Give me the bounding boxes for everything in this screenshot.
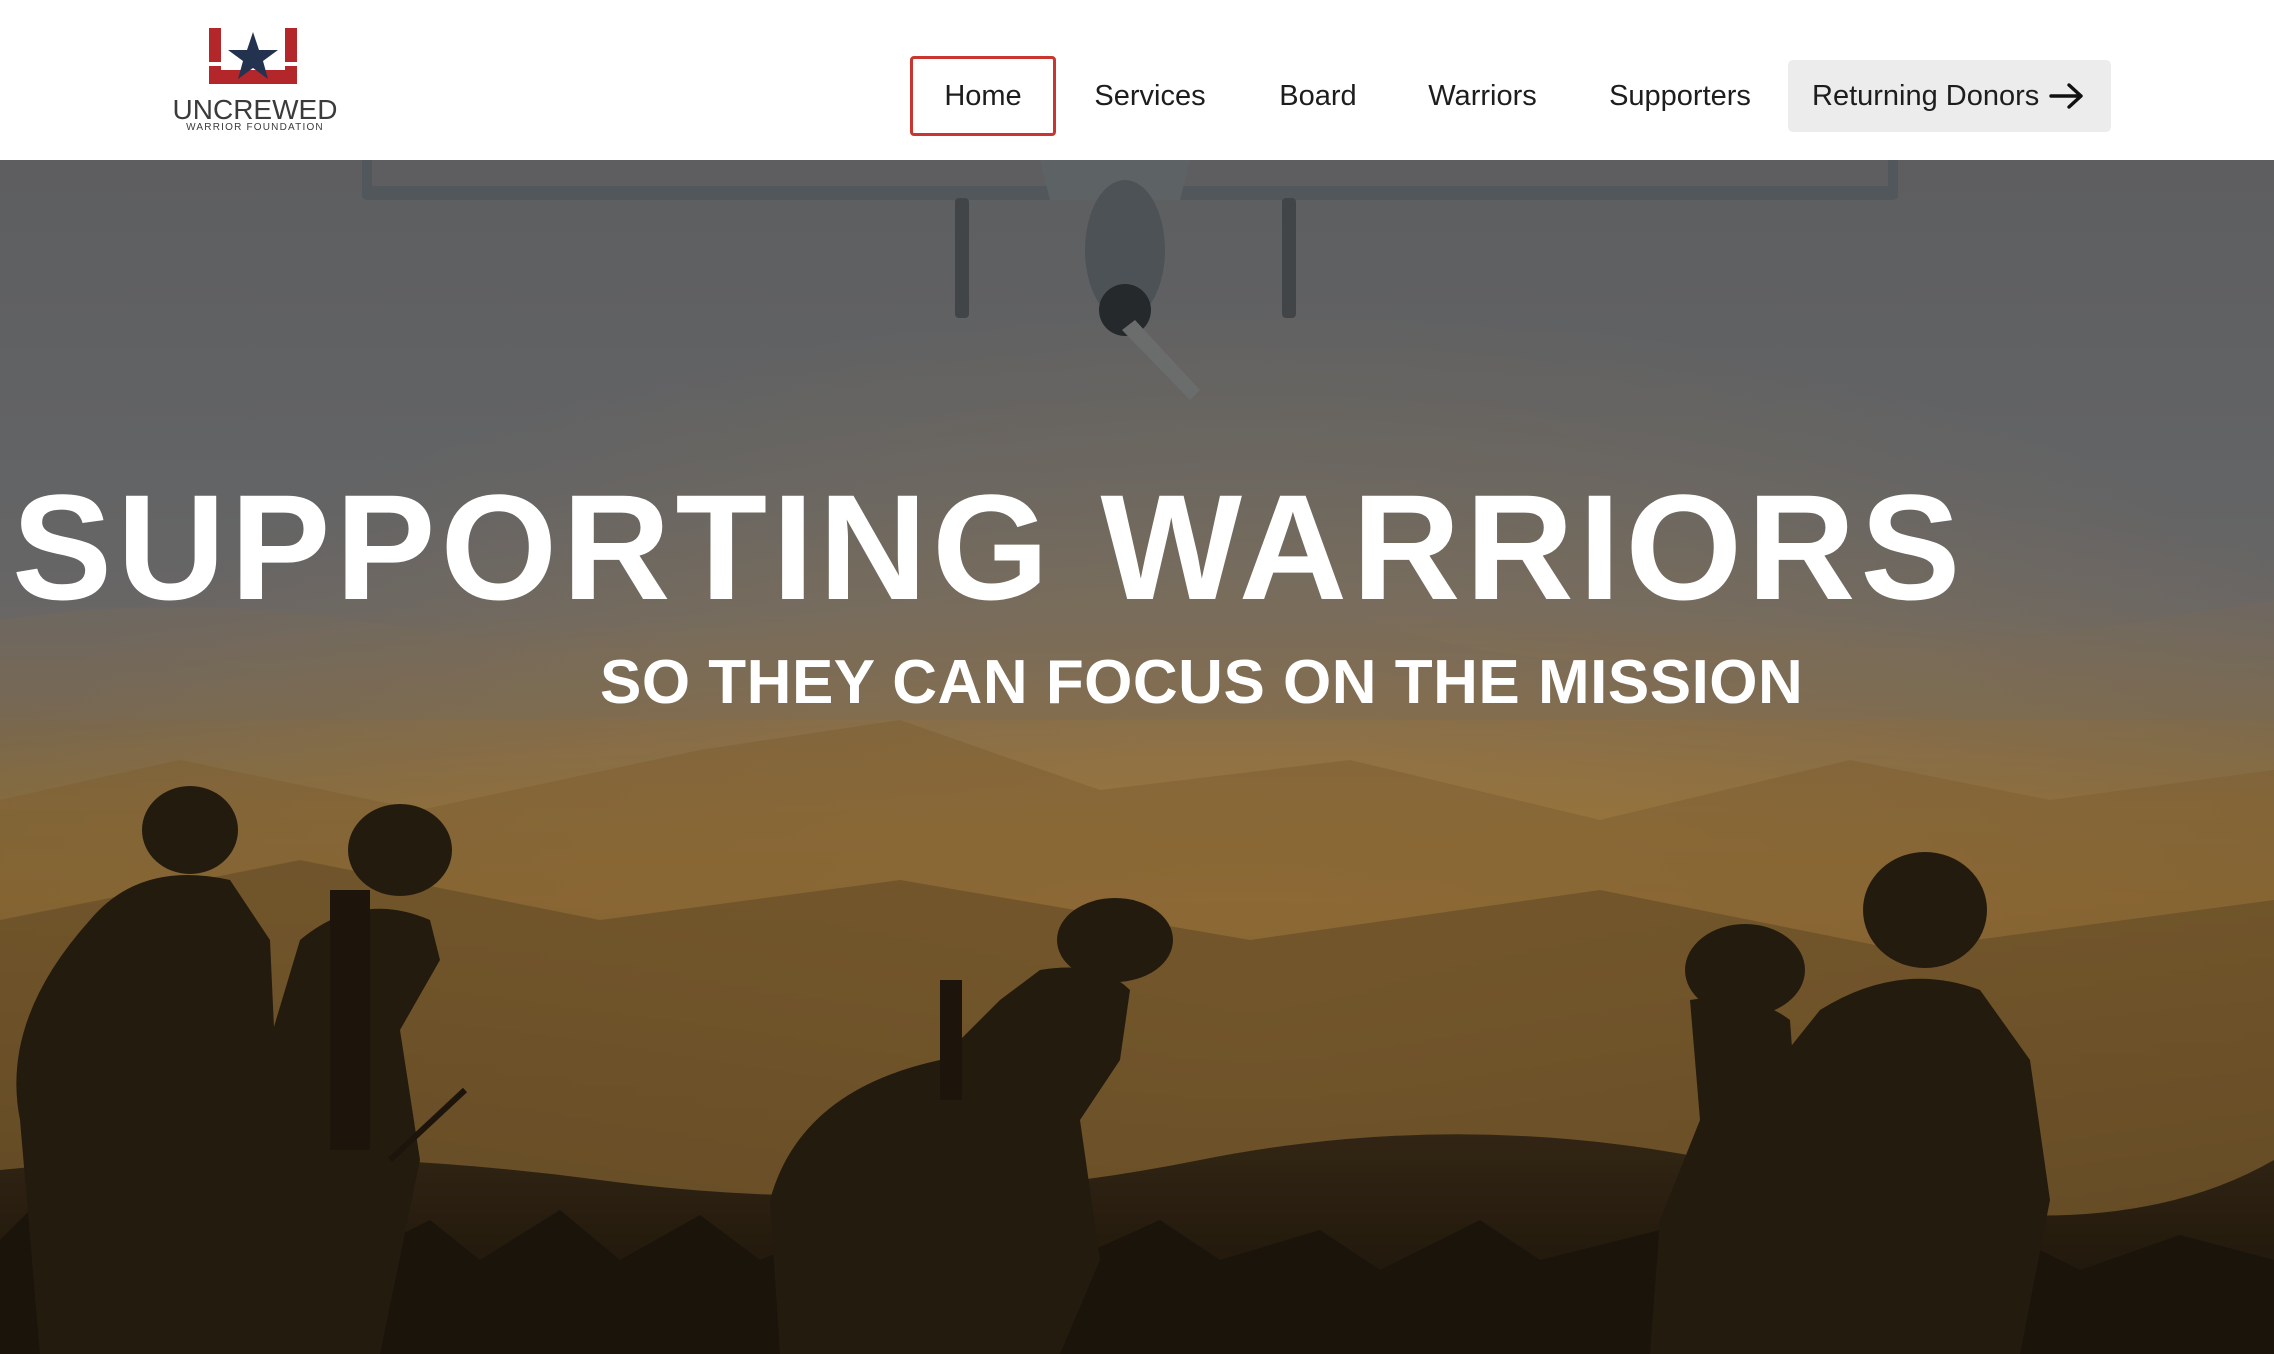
hero-section: SUPPORTING WARRIORS SO THEY CAN FOCUS ON…: [0, 160, 2274, 1354]
logo-tagline: WARRIOR FOUNDATION: [186, 122, 324, 133]
returning-donors-button[interactable]: Returning Donors: [1788, 60, 2111, 132]
nav-services-link[interactable]: Services: [1090, 56, 1210, 136]
nav-warriors-link[interactable]: Warriors: [1420, 56, 1545, 136]
hero-title: SUPPORTING WARRIORS: [12, 463, 1966, 631]
nav-board-link[interactable]: Board: [1268, 56, 1368, 136]
site-header: UNCREWED WARRIOR FOUNDATION Home Service…: [0, 0, 2274, 160]
hero-subtitle: SO THEY CAN FOCUS ON THE MISSION: [600, 648, 1804, 717]
logo-wordmark: UNCREWED: [172, 94, 338, 125]
hero-background-image: [0, 160, 2274, 1354]
arrow-right-icon: [2049, 83, 2083, 109]
nav-home-link[interactable]: Home: [910, 56, 1056, 136]
nav-supporters-link[interactable]: Supporters: [1605, 56, 1755, 136]
site-logo[interactable]: UNCREWED WARRIOR FOUNDATION: [155, 26, 355, 136]
star-u-logo-icon: [209, 28, 297, 84]
returning-donors-label: Returning Donors: [1812, 79, 2040, 112]
